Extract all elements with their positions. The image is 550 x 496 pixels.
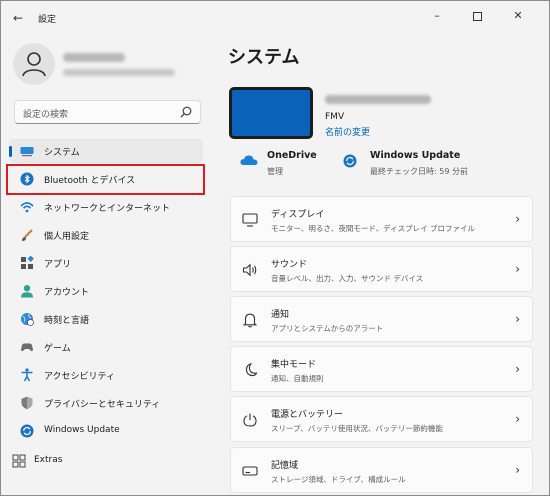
apps-icon	[21, 256, 34, 269]
shield-icon	[21, 396, 33, 410]
chevron-right-icon: ›	[515, 412, 520, 426]
device-model: FMV	[325, 112, 345, 122]
card-subtitle: 音量レベル、出力、入力、サウンド デバイス	[271, 274, 424, 283]
sidebar-item-label: プライバシーとセキュリティ	[44, 400, 161, 410]
card-subtitle: アプリとシステムからのアラート	[271, 324, 384, 333]
windows-update-icon	[343, 154, 357, 168]
chevron-right-icon: ›	[515, 463, 520, 477]
onedrive-cloud-icon	[240, 155, 258, 165]
account-name-redacted	[63, 53, 125, 62]
globe-clock-icon	[21, 313, 34, 326]
account-email-redacted	[63, 69, 175, 76]
card-title: 集中モード	[271, 360, 317, 370]
card-focus-assist[interactable]: 集中モード 通知、自動規則 ›	[230, 346, 533, 392]
sidebar-item-personalization[interactable]: 個人用設定	[9, 223, 203, 247]
card-display[interactable]: ディスプレイ モニター、明るさ、夜間モード、ディスプレイ プロファイル ›	[230, 196, 533, 242]
sidebar-item-label: 時刻と言語	[44, 316, 90, 326]
card-subtitle: スリープ、バッテリ使用状況、バッテリー節約機能	[271, 424, 443, 433]
sidebar-item-label: Windows Update	[44, 425, 120, 435]
device-name-redacted	[325, 95, 431, 104]
highlight-box	[6, 164, 205, 195]
chevron-right-icon: ›	[515, 312, 520, 326]
avatar[interactable]	[13, 43, 55, 85]
sidebar-item-label: ネットワークとインターネット	[44, 204, 171, 214]
page-title: システム	[228, 47, 300, 68]
bell-icon	[242, 313, 258, 328]
sidebar-item-system[interactable]: システム	[9, 139, 203, 163]
sidebar-item-time-language[interactable]: 時刻と言語	[9, 307, 203, 331]
accessibility-icon	[21, 368, 33, 382]
card-subtitle: ストレージ領域、ドライブ、構成ルール	[271, 475, 406, 484]
window-title: 設定	[38, 15, 57, 25]
card-title: ディスプレイ	[271, 210, 325, 220]
device-image	[229, 87, 313, 139]
maximize-icon	[472, 11, 482, 21]
power-icon	[243, 413, 257, 427]
sidebar-item-apps[interactable]: アプリ	[9, 251, 203, 275]
card-storage[interactable]: 記憶域 ストレージ領域、ドライブ、構成ルール ›	[230, 447, 533, 493]
chevron-right-icon: ›	[515, 262, 520, 276]
sidebar-item-label: システム	[44, 148, 80, 158]
windows-update-icon	[20, 424, 34, 438]
moon-icon	[245, 362, 258, 377]
extras-grid-icon	[12, 454, 26, 468]
maximize-button[interactable]	[460, 5, 494, 27]
back-arrow-icon[interactable]: ←	[9, 9, 27, 27]
search-icon	[180, 106, 192, 118]
sidebar-item-label: アクセシビリティ	[44, 372, 116, 382]
sidebar-item-accounts[interactable]: アカウント	[9, 279, 203, 303]
sidebar-item-gaming[interactable]: ゲーム	[9, 335, 203, 359]
gamepad-icon	[21, 343, 33, 352]
card-title: 記憶域	[271, 461, 299, 471]
card-subtitle: 通知、自動規則	[271, 374, 324, 383]
minimize-button[interactable]: –	[420, 5, 454, 27]
card-sound[interactable]: サウンド 音量レベル、出力、入力、サウンド デバイス ›	[230, 246, 533, 292]
account-icon	[21, 285, 33, 298]
sidebar-item-privacy-security[interactable]: プライバシーとセキュリティ	[9, 391, 203, 415]
search-placeholder: 設定の検索	[23, 110, 69, 120]
sidebar-item-label: Extras	[34, 455, 63, 465]
sidebar-item-accessibility[interactable]: アクセシビリティ	[9, 363, 203, 387]
card-title: サウンド	[271, 260, 308, 270]
title-bar: ← 設定 – ✕	[1, 1, 549, 33]
storage-drive-icon	[242, 466, 258, 476]
quick-subtitle: 管理	[267, 167, 283, 176]
chevron-right-icon: ›	[515, 212, 520, 226]
card-title: 電源とバッテリー	[271, 410, 344, 420]
card-notifications[interactable]: 通知 アプリとシステムからのアラート ›	[230, 296, 533, 342]
speaker-icon	[242, 263, 257, 277]
monitor-icon	[242, 213, 258, 227]
sidebar-item-label: アプリ	[44, 260, 72, 270]
quick-title: Windows Update	[370, 150, 461, 161]
search-input[interactable]: 設定の検索	[14, 100, 201, 124]
sidebar-item-label: ゲーム	[44, 344, 71, 354]
sidebar-item-label: 個人用設定	[44, 232, 90, 242]
settings-window: ← 設定 – ✕ 設定の検索 システム Bluetooth とデバイス ネットワ…	[0, 0, 550, 496]
wifi-icon	[20, 202, 34, 213]
user-icon	[22, 52, 46, 77]
sidebar-item-label: アカウント	[44, 288, 90, 298]
chevron-right-icon: ›	[515, 362, 520, 376]
sidebar-item-windows-update[interactable]: Windows Update	[9, 419, 203, 443]
sidebar-item-extras[interactable]: Extras	[9, 449, 203, 473]
system-display-icon	[20, 147, 34, 157]
rename-link[interactable]: 名前の変更	[325, 125, 370, 138]
quick-title: OneDrive	[267, 150, 317, 161]
brush-icon	[22, 229, 33, 241]
sidebar-item-network[interactable]: ネットワークとインターネット	[9, 195, 203, 219]
card-power-battery[interactable]: 電源とバッテリー スリープ、バッテリ使用状況、バッテリー節約機能 ›	[230, 396, 533, 442]
quick-subtitle: 最終チェック日時: 59 分前	[370, 167, 468, 176]
close-button[interactable]: ✕	[501, 5, 535, 27]
card-title: 通知	[271, 310, 290, 320]
card-subtitle: モニター、明るさ、夜間モード、ディスプレイ プロファイル	[271, 224, 475, 233]
